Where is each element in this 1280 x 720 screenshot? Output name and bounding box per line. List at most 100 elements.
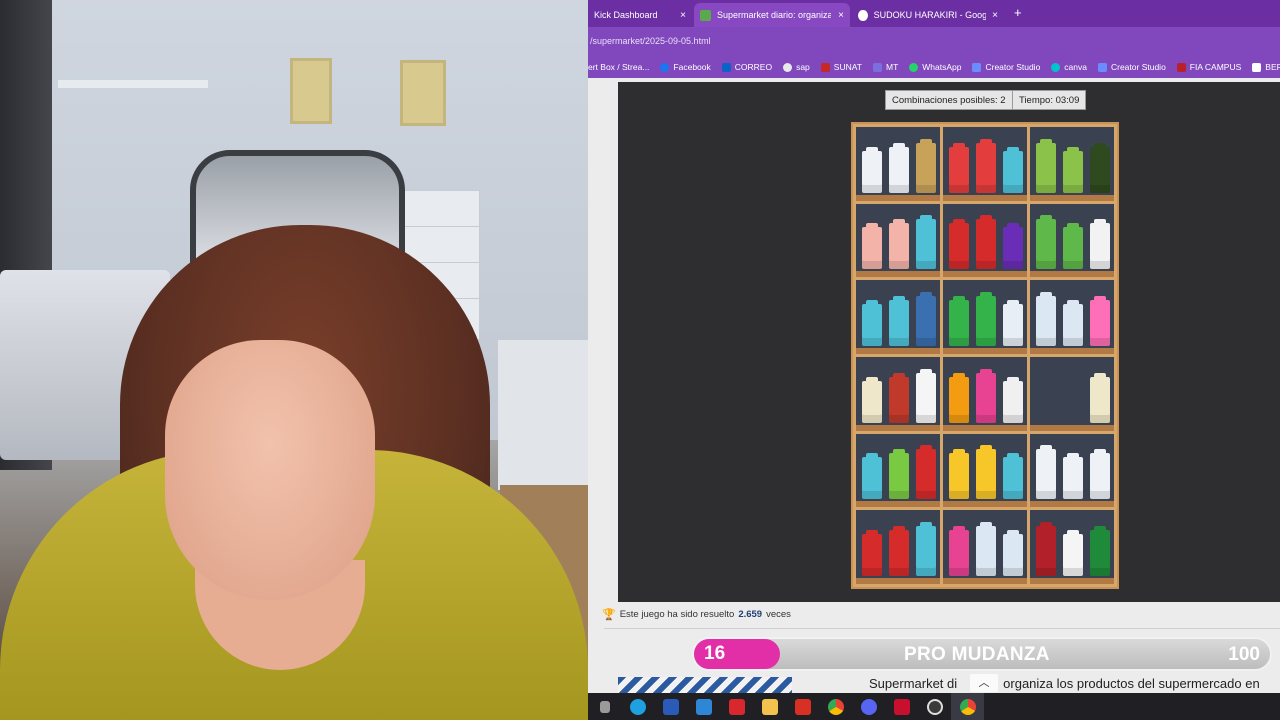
close-icon[interactable]: × — [832, 10, 844, 21]
product-item[interactable] — [1003, 529, 1023, 576]
product-item[interactable] — [1063, 299, 1083, 346]
chevron-up-icon[interactable]: ︿ — [970, 674, 998, 692]
word-icon[interactable] — [654, 693, 687, 720]
obs-icon[interactable] — [918, 693, 951, 720]
product-item[interactable] — [916, 215, 936, 270]
product-item[interactable] — [1090, 219, 1110, 270]
product-item[interactable] — [1036, 291, 1056, 346]
product-item[interactable] — [1036, 445, 1056, 500]
product-item[interactable] — [1003, 453, 1023, 500]
shelf-slot[interactable] — [1030, 433, 1114, 508]
bookmark-item[interactable]: FIA CAMPUS — [1176, 62, 1241, 72]
tl-app-icon[interactable] — [687, 693, 720, 720]
close-icon[interactable]: × — [986, 10, 998, 21]
product-item[interactable] — [949, 219, 969, 270]
article-thumbnail[interactable] — [618, 677, 792, 693]
bookmark-item[interactable]: canva — [1051, 62, 1087, 72]
tab-sudoku[interactable]: SUDOKU HARAKIRI - Google S × — [852, 3, 1004, 27]
shelf-slot[interactable] — [943, 433, 1027, 508]
product-item[interactable] — [916, 521, 936, 576]
bookmark-item[interactable]: WhatsApp — [909, 62, 961, 72]
product-item[interactable] — [889, 372, 909, 423]
address-bar[interactable]: /supermarket/2025-09-05.html — [588, 27, 1280, 56]
product-item[interactable] — [1090, 372, 1110, 423]
bookmark-item[interactable]: Creator Studio — [972, 62, 1040, 72]
bookmark-item[interactable]: sap — [783, 62, 810, 72]
new-tab-button[interactable]: + — [1014, 5, 1022, 20]
shelf-slot[interactable] — [1030, 127, 1114, 201]
product-item[interactable] — [949, 372, 969, 423]
product-item[interactable] — [976, 138, 996, 193]
shelf-slot[interactable] — [943, 510, 1027, 584]
product-item[interactable] — [889, 449, 909, 500]
voice-app-icon[interactable] — [885, 693, 918, 720]
media-player-icon[interactable] — [786, 693, 819, 720]
chrome-active-icon[interactable] — [951, 693, 984, 720]
product-item[interactable] — [862, 453, 882, 500]
product-item[interactable] — [1063, 453, 1083, 500]
product-item[interactable] — [916, 138, 936, 193]
article-title[interactable]: Supermarket di organiza los productos del… — [869, 676, 1260, 691]
shelf-slot[interactable] — [943, 280, 1027, 354]
product-item[interactable] — [976, 445, 996, 500]
discord-icon[interactable] — [852, 693, 885, 720]
product-item[interactable] — [976, 291, 996, 346]
shelf-slot[interactable] — [943, 203, 1027, 278]
close-icon[interactable]: × — [674, 10, 686, 21]
tab-kick-dashboard[interactable]: Kick Dashboard × — [588, 3, 692, 27]
product-item[interactable] — [889, 295, 909, 346]
product-item[interactable] — [1063, 529, 1083, 576]
shelf-slot[interactable] — [856, 203, 940, 278]
shelf-slot[interactable] — [1030, 356, 1114, 431]
product-item[interactable] — [862, 146, 882, 193]
product-item[interactable] — [976, 521, 996, 576]
bookmark-item[interactable]: Facebook — [660, 62, 711, 72]
product-item[interactable] — [1090, 449, 1110, 500]
product-item[interactable] — [916, 445, 936, 500]
bookmark-item[interactable]: CORREO — [721, 62, 772, 72]
product-item[interactable] — [1036, 521, 1056, 576]
product-item[interactable] — [889, 525, 909, 576]
shelf-slot[interactable] — [856, 280, 940, 354]
product-item[interactable] — [1090, 142, 1110, 193]
bookmark-item[interactable]: Creator Studio — [1097, 62, 1166, 72]
shelf-slot[interactable] — [1030, 203, 1114, 278]
shelf-slot[interactable] — [856, 356, 940, 431]
product-item[interactable] — [976, 368, 996, 423]
bookmark-item[interactable]: SUNAT — [820, 62, 862, 72]
shelf-slot[interactable] — [856, 127, 940, 201]
product-item[interactable] — [862, 529, 882, 576]
product-item[interactable] — [916, 291, 936, 346]
shelf-slot[interactable] — [943, 127, 1027, 201]
product-item[interactable] — [862, 376, 882, 423]
product-item[interactable] — [916, 368, 936, 423]
file-explorer-icon[interactable] — [753, 693, 786, 720]
product-item[interactable] — [949, 295, 969, 346]
product-item[interactable] — [889, 219, 909, 270]
shelf-slot[interactable] — [856, 510, 940, 584]
bookmark-item[interactable]: MT — [872, 62, 898, 72]
product-item[interactable] — [1003, 146, 1023, 193]
product-item[interactable] — [889, 142, 909, 193]
shelf-slot[interactable] — [943, 356, 1027, 431]
product-item[interactable] — [1003, 299, 1023, 346]
task-view-icon[interactable] — [588, 693, 621, 720]
bookmark-item[interactable]: ert Box / Strea... — [588, 62, 649, 72]
chrome-icon[interactable] — [819, 693, 852, 720]
product-item[interactable] — [949, 525, 969, 576]
tab-supermarket[interactable]: Supermarket diario: organiza lo × — [694, 3, 850, 27]
product-item[interactable] — [1090, 525, 1110, 576]
shelf-slot[interactable] — [856, 433, 940, 508]
edge-icon[interactable] — [621, 693, 654, 720]
product-item[interactable] — [1036, 215, 1056, 270]
product-item[interactable] — [862, 299, 882, 346]
product-item[interactable] — [949, 449, 969, 500]
product-item[interactable] — [1063, 223, 1083, 270]
product-item[interactable] — [949, 142, 969, 193]
product-item[interactable] — [1003, 223, 1023, 270]
product-item[interactable] — [1036, 138, 1056, 193]
shelf-slot[interactable] — [1030, 510, 1114, 584]
wps-icon[interactable] — [720, 693, 753, 720]
bookmark-item[interactable]: BERLITZ — [1252, 62, 1280, 72]
shelf-slot[interactable] — [1030, 280, 1114, 354]
